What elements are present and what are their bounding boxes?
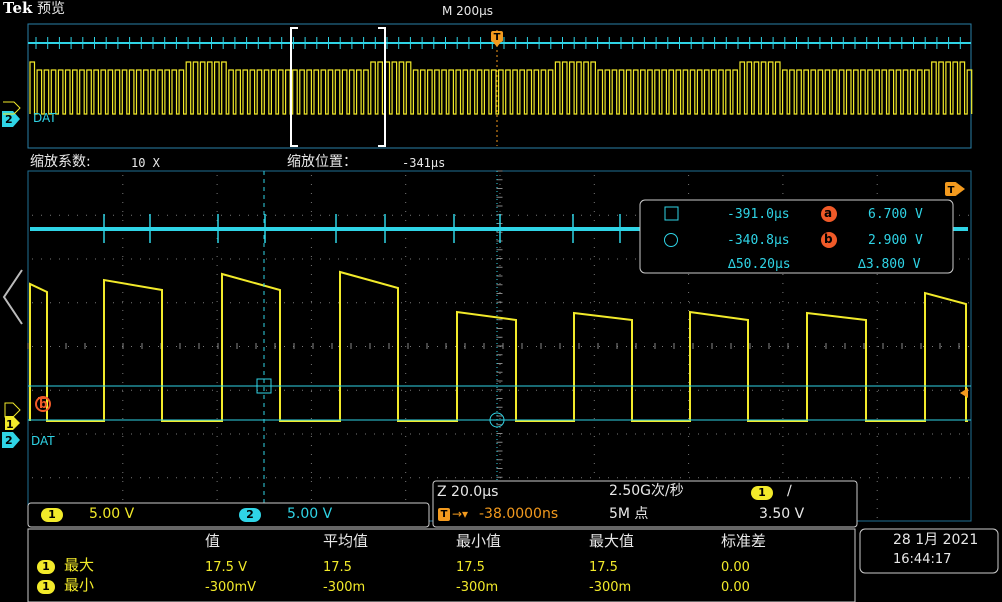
ch2-vertical-scale[interactable]: 5.00 V — [287, 507, 332, 522]
left-panel-chevron-icon[interactable] — [2, 269, 23, 325]
overview-ch2-label: DAT — [33, 111, 57, 125]
ch2-badge[interactable]: 2 — [239, 508, 261, 522]
main-ch2-marker: 2 — [5, 434, 13, 447]
ref-b-label: b — [39, 397, 48, 411]
meas-header-value: 值 — [205, 532, 221, 550]
ch1-badge[interactable]: 1 — [41, 508, 63, 522]
trigger-source-badge[interactable]: 1 — [751, 486, 773, 500]
zoom-position-value[interactable]: -341µs — [402, 156, 445, 171]
svg-text:T: T — [494, 32, 501, 43]
meas-row1-ch-badge: 1 — [37, 560, 55, 574]
meas-row2-max: -300m — [589, 580, 632, 595]
zoom-factor-value[interactable]: 10 X — [131, 156, 160, 171]
meas-header-stddev: 标准差 — [721, 532, 767, 550]
trigger-delay-arrow: →▾ — [452, 507, 469, 521]
trigger-slope-icon: ∕ — [787, 483, 792, 499]
meas-header-mean: 平均值 — [323, 532, 369, 550]
zoom-time-scale[interactable]: Z 20.0µs — [437, 485, 498, 500]
meas-header-max: 最大值 — [589, 532, 635, 550]
cursor-a-time: -391.0µs — [727, 207, 790, 222]
trigger-level[interactable]: 3.50 V — [759, 507, 804, 522]
record-length[interactable]: 5M 点 — [609, 507, 648, 522]
sample-rate[interactable]: 2.50G次/秒 — [609, 484, 684, 499]
main-ch1-marker: 1 — [6, 418, 14, 431]
zoom-position-label: 缩放位置： — [287, 154, 357, 170]
cursor-delta-voltage: ∆3.800 V — [858, 257, 921, 272]
cursor-a-voltage: 6.700 V — [868, 207, 923, 222]
main-ch2-label: DAT — [31, 434, 55, 448]
meas-row2-value: -300mV — [205, 580, 257, 595]
cursor-delta-time: ∆50.20µs — [728, 257, 791, 272]
meas-row2-min: -300m — [456, 580, 499, 595]
timebase-readout[interactable]: M 200µs — [442, 4, 493, 19]
brand-logo: Tek — [3, 0, 33, 17]
meas-row1-mean: 17.5 — [323, 560, 352, 575]
trigger-delay-icon: T — [438, 508, 450, 521]
meas-row1-stddev: 0.00 — [721, 560, 750, 575]
cursor-b-badge: b — [824, 232, 833, 246]
meas-row2-stddev: 0.00 — [721, 580, 750, 595]
zoom-factor-label: 缩放系数: — [30, 154, 91, 170]
acquisition-mode: 预览 — [37, 1, 65, 17]
ch1-vertical-scale[interactable]: 5.00 V — [89, 507, 134, 522]
cursor-b-voltage: 2.900 V — [868, 233, 923, 248]
date-readout: 28 1月 2021 — [893, 532, 979, 548]
cursor-b-time: -340.8µs — [727, 233, 790, 248]
svg-text:T: T — [948, 185, 955, 196]
meas-row1-name[interactable]: 最大 — [64, 558, 94, 573]
trigger-delay-value[interactable]: -38.0000ns — [479, 507, 558, 522]
meas-header-min: 最小值 — [456, 532, 502, 550]
overview-ch2-marker: 2 — [5, 113, 13, 126]
time-readout: 16:44:17 — [893, 552, 952, 567]
meas-row2-mean: -300m — [323, 580, 366, 595]
meas-row2-ch-badge: 1 — [37, 580, 55, 594]
meas-row1-min: 17.5 — [456, 560, 485, 575]
meas-row1-value: 17.5 V — [205, 560, 247, 575]
meas-row2-name[interactable]: 最小 — [64, 578, 94, 593]
meas-row1-max: 17.5 — [589, 560, 618, 575]
cursor-a-badge: a — [824, 206, 833, 220]
